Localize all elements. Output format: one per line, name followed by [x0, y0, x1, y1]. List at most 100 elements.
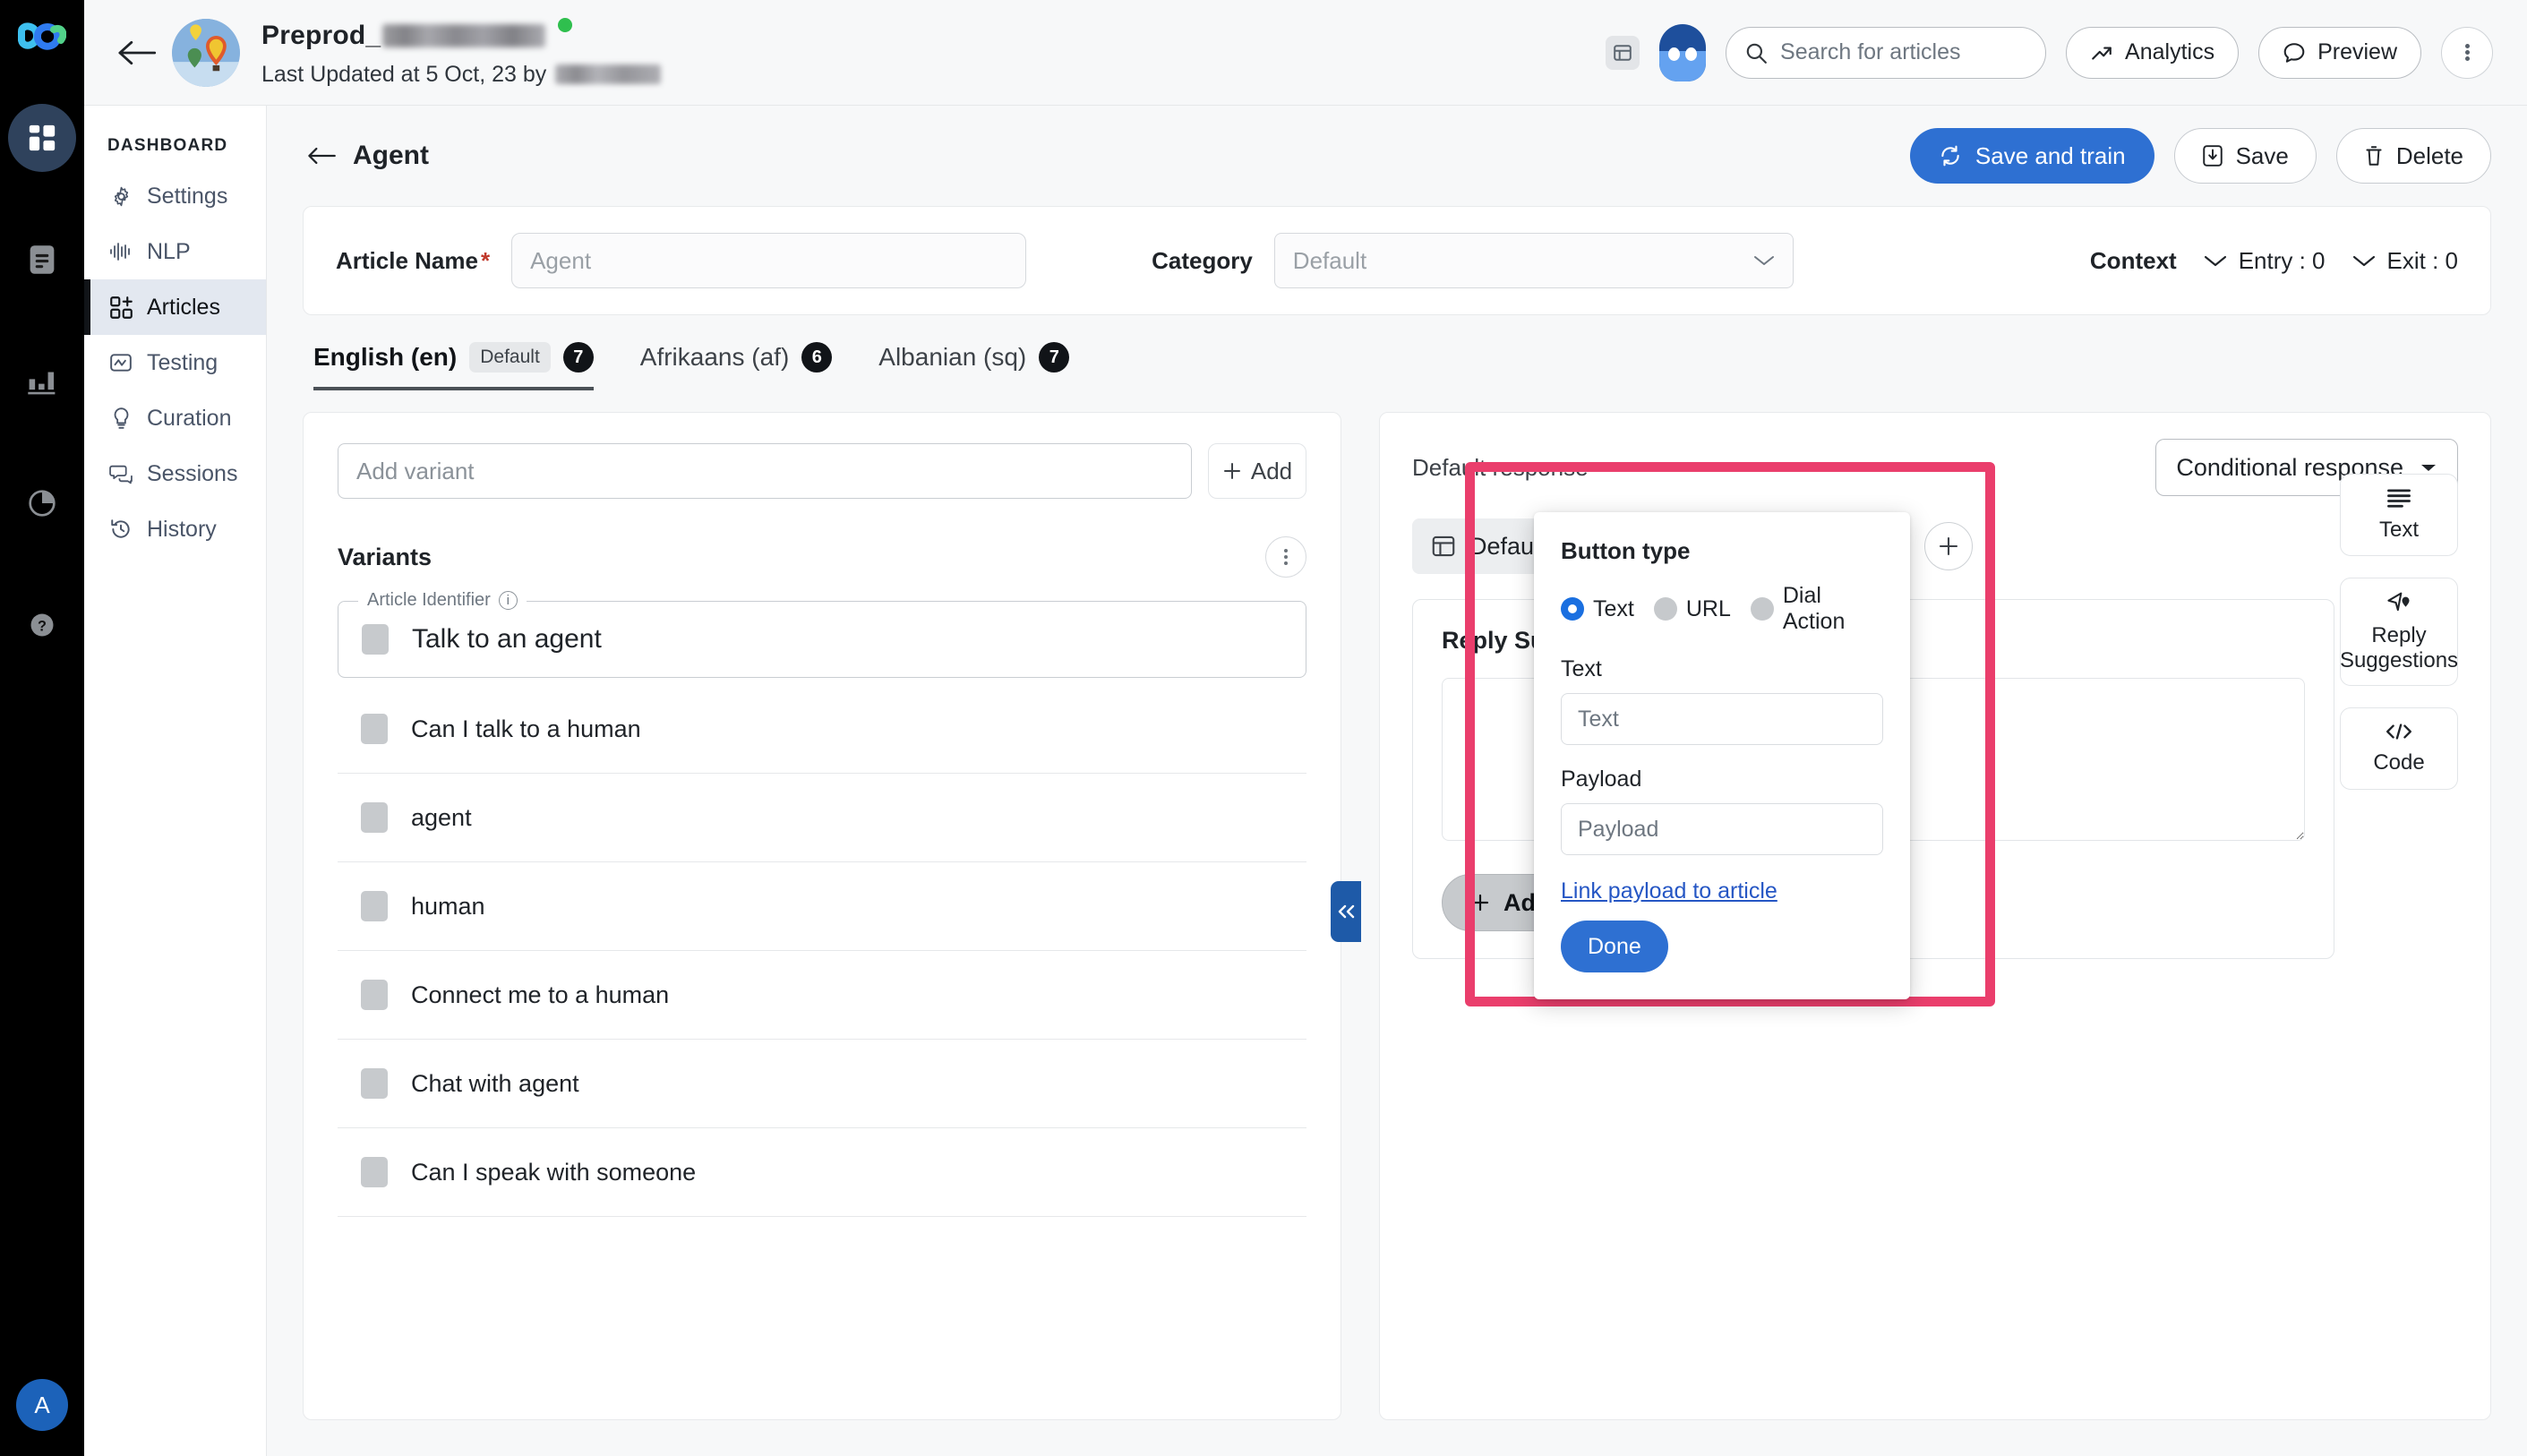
main-content: Agent Save and train Save Delete Article…	[267, 106, 2527, 1456]
category-select-value: Default	[1292, 246, 1367, 274]
sidebar-item-nlp[interactable]: NLP	[84, 224, 266, 279]
popover-payload-label: Payload	[1561, 767, 1642, 792]
delete-button[interactable]: Delete	[2335, 128, 2491, 184]
rail-item-reports[interactable]	[8, 469, 76, 537]
text-lines-icon	[2386, 487, 2412, 509]
save-button[interactable]: Save	[2173, 128, 2317, 184]
sidebar-item-settings[interactable]: Settings	[84, 168, 266, 224]
radio-option-text[interactable]: Text	[1561, 596, 1634, 622]
variant-checkbox[interactable]	[361, 802, 388, 833]
sidebar-item-label: Testing	[147, 349, 218, 375]
card-layout-icon	[1432, 535, 1455, 557]
variant-text: Connect me to a human	[411, 981, 670, 1008]
header-back-button[interactable]	[109, 26, 163, 80]
variant-checkbox[interactable]	[362, 624, 389, 655]
search-input[interactable]	[1780, 39, 2028, 65]
category-label: Category	[1152, 246, 1253, 274]
rail-item-documents[interactable]	[8, 226, 76, 294]
context-entry[interactable]: Entry : 0	[2204, 247, 2326, 275]
sidebar-item-sessions[interactable]: Sessions	[84, 446, 266, 501]
tool-button-text[interactable]: Text	[2340, 474, 2458, 556]
articles-grid-plus-icon	[107, 295, 134, 320]
radio-icon	[1750, 597, 1774, 621]
sidebar-item-curation[interactable]: Curation	[84, 390, 266, 446]
lightbulb-icon	[107, 407, 134, 430]
variant-checkbox[interactable]	[361, 1068, 388, 1099]
analytics-button[interactable]: Analytics	[2066, 26, 2240, 79]
add-variant-row: Add	[338, 443, 1306, 499]
save-and-train-label: Save and train	[1974, 141, 2126, 169]
article-name-label: Article Name *	[336, 247, 490, 275]
info-icon[interactable]: i	[498, 591, 518, 610]
tool-button-reply-suggestions[interactable]: Reply Suggestions	[2340, 578, 2458, 687]
variant-list: Can I talk to a human agent human Connec…	[338, 685, 1306, 1217]
page-toolbar-actions: Save and train Save Delete	[1909, 128, 2491, 184]
article-name-label-text: Article Name	[336, 246, 478, 274]
sidebar-item-history[interactable]: History	[84, 501, 266, 557]
variant-checkbox[interactable]	[361, 1157, 388, 1187]
bot-avatar[interactable]	[172, 18, 240, 87]
search-box[interactable]	[1726, 26, 2047, 79]
table-row[interactable]: Chat with agent	[338, 1040, 1306, 1128]
rail-item-dashboard[interactable]	[8, 104, 76, 172]
add-variant-input[interactable]	[338, 443, 1192, 499]
variant-checkbox[interactable]	[361, 891, 388, 921]
sidebar-item-label: Curation	[147, 405, 232, 431]
tab-english[interactable]: English (en) Default 7	[313, 342, 594, 390]
tab-label: Albanian (sq)	[878, 343, 1027, 371]
variant-checkbox[interactable]	[361, 714, 388, 744]
tool-button-code[interactable]: Code	[2340, 707, 2458, 791]
variants-menu-button[interactable]	[1265, 536, 1306, 578]
context-label: Context	[2089, 246, 2177, 274]
pie-chart-icon	[28, 489, 56, 518]
table-row[interactable]: agent	[338, 774, 1306, 862]
double-chevron-left-icon	[1336, 904, 1356, 920]
rail-item-help[interactable]: ?	[8, 591, 76, 659]
waveform-icon	[107, 242, 134, 261]
sidebar-item-articles[interactable]: Articles	[84, 279, 266, 335]
header-more-button[interactable]	[2441, 26, 2493, 79]
button-type-popover: Button type Text URL Dial Action Text Pa…	[1534, 512, 1910, 999]
variant-checkbox[interactable]	[361, 980, 388, 1010]
popover-text-input[interactable]	[1561, 693, 1883, 745]
save-and-train-button[interactable]: Save and train	[1909, 128, 2154, 184]
popover-title: Button type	[1561, 537, 1691, 564]
tab-albanian[interactable]: Albanian (sq) 7	[878, 342, 1070, 390]
done-button[interactable]: Done	[1561, 921, 1668, 972]
variants-title: Variants	[338, 543, 433, 570]
table-row[interactable]: human	[338, 862, 1306, 951]
rail-user-avatar[interactable]: A	[16, 1379, 68, 1431]
reply-cursor-icon	[2386, 591, 2412, 614]
article-name-input[interactable]	[511, 233, 1027, 288]
variant-text: Can I speak with someone	[411, 1158, 697, 1186]
preview-button[interactable]: Preview	[2258, 26, 2421, 79]
sidebar-item-label: History	[147, 516, 217, 542]
link-payload-to-article-link[interactable]: Link payload to article	[1561, 878, 1777, 904]
radio-option-dial-action[interactable]: Dial Action	[1750, 583, 1883, 635]
tab-count-badge: 6	[801, 342, 833, 373]
radio-option-url[interactable]: URL	[1653, 596, 1731, 622]
required-mark: *	[480, 246, 491, 274]
page-back-title[interactable]: Agent	[306, 141, 429, 171]
article-identifier-legend: Article Identifier i	[358, 590, 527, 611]
book-icon[interactable]	[1606, 35, 1640, 70]
table-row[interactable]: Can I speak with someone	[338, 1128, 1306, 1217]
rail-items: ?	[8, 104, 76, 659]
sidebar-item-label: NLP	[147, 238, 191, 264]
plus-icon	[1937, 535, 1960, 558]
article-identifier-field[interactable]: Article Identifier i Talk to an agent	[338, 590, 1306, 678]
table-row[interactable]: Can I talk to a human	[338, 685, 1306, 774]
add-variant-button[interactable]: Add	[1208, 443, 1306, 499]
ninja-assistant-icon[interactable]	[1659, 23, 1707, 81]
rail-item-analytics[interactable]	[8, 347, 76, 415]
bar-chart-icon	[27, 367, 57, 396]
popover-payload-input[interactable]	[1561, 803, 1883, 855]
add-response-button[interactable]	[1923, 522, 1973, 570]
category-select[interactable]: Default	[1273, 233, 1794, 288]
tab-afrikaans[interactable]: Afrikaans (af) 6	[640, 342, 833, 390]
app-shell: Preprod_ Last Updated at 5 Oct, 23 by Se…	[84, 0, 2527, 1456]
table-row[interactable]: Connect me to a human	[338, 951, 1306, 1040]
context-exit[interactable]: Exit : 0	[2352, 247, 2458, 275]
collapse-panel-handle[interactable]	[1331, 881, 1361, 942]
sidebar-item-testing[interactable]: Testing	[84, 335, 266, 390]
